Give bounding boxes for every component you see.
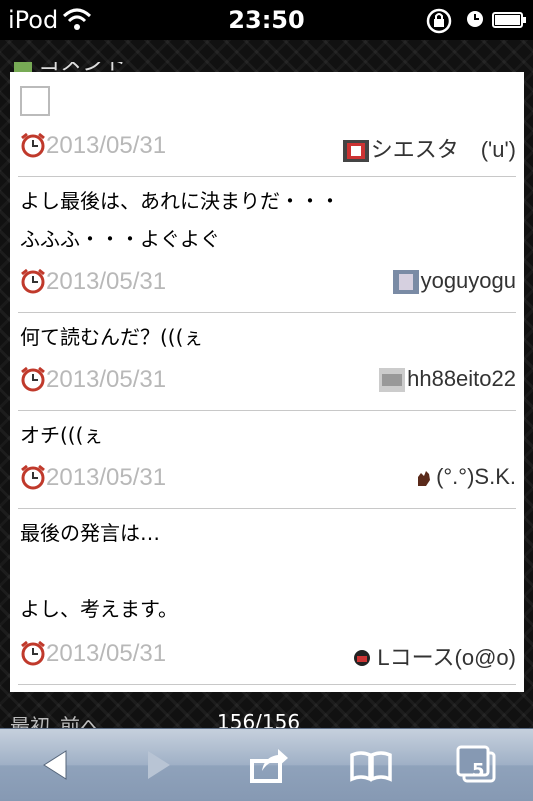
alarm-clock-icon [21,640,45,666]
comment-date: 2013/05/31 [46,640,167,667]
comment-item: よし最後は、あれに決まりだ・・・ ふふふ・・・よぐよぐ 2013/05/31 y… [18,176,516,313]
pager-first-link[interactable]: 最初 [10,710,50,728]
comment-author[interactable]: hh88eito22 [379,366,516,393]
author-name: yoguyogu [420,268,516,293]
pager: 最初 前へ 156/156 [0,706,533,728]
comment-author[interactable]: Lコース(o@o) [349,640,516,672]
tabs-count: 5 [472,760,485,781]
pager-prev-link[interactable]: 前へ [60,710,100,728]
comment-meta: 2013/05/31 (°.°)S.K. [18,462,516,492]
author-name: Lコース(o@o) [377,645,516,670]
clock: 23:50 [228,6,305,34]
hand-icon [418,471,431,487]
battery-icon [492,12,526,28]
comment-line: よし、考えます。 [20,597,178,621]
comment-date: 2013/05/31 [46,268,167,295]
avatar-icon [392,270,419,295]
alarm-status-icon [467,11,483,27]
comment-text: 何て読むんだ？(((ぇ [20,318,203,356]
comment-line: オチ(((ぇ [20,423,104,447]
comment-text: 最後の発言は… よし、考えます。 [20,514,178,628]
comment-item: 何て読むんだ？(((ぇ 2013/05/31 hh88eito22 [18,312,516,411]
avatar-icon [342,140,369,163]
forward-arrow-icon[interactable] [134,741,184,789]
alarm-clock-icon [21,464,45,490]
alarm-clock-icon [21,132,45,158]
checkbox[interactable] [20,86,50,116]
comment-text: よし最後は、あれに決まりだ・・・ ふふふ・・・よぐよぐ [20,182,340,258]
comment-meta: 2013/05/31 Lコース(o@o) [18,638,516,671]
comment-date: 2013/05/31 [46,132,167,159]
comment-meta: 2013/05/31 hh88eito22 [18,364,516,394]
comment-item: オチ(((ぇ 2013/05/31 (°.°)S.K. [18,410,516,509]
comment-text: オチ(((ぇ [20,416,103,454]
comment-meta: 2013/05/31 シエスタ ('u') [18,130,516,163]
author-name: hh88eito22 [407,366,516,391]
comment-item: 2013/05/31 シエスタ ('u') [18,72,516,177]
page-count: 156/156 [217,710,301,728]
comment-list: 2013/05/31 シエスタ ('u') よし最後は、あれに決まりだ・・・ ふ… [10,72,524,692]
rotation-lock-icon [426,8,452,34]
alarm-clock-icon [21,268,45,294]
comment-item: 最後の発言は… よし、考えます。 2013/05/31 Lコース(o@o) [18,508,516,685]
comment-author[interactable]: yoguyogu [392,268,516,295]
avatar-icon [349,648,376,671]
status-bar: iPod 23:50 [0,0,533,40]
author-name: (°.°)S.K. [436,464,516,489]
avatar-icon [379,368,406,393]
alarm-clock-icon [21,366,45,392]
comment-author[interactable]: シエスタ ('u') [342,132,516,164]
comment-author[interactable]: (°.°)S.K. [414,464,516,490]
comment-line: 何て読むんだ？(((ぇ [20,325,204,349]
bookmarks-icon[interactable] [346,741,396,789]
comment-line: ふふふ・・・よぐよぐ [20,227,220,251]
comment-line: よし最後は、あれに決まりだ・・・ [20,189,340,213]
author-name: シエスタ ('u') [370,137,516,162]
comment-date: 2013/05/31 [46,366,167,393]
comment-line: 最後の発言は… [20,521,160,545]
comment-meta: 2013/05/31 yoguyogu [18,266,516,296]
share-icon[interactable] [244,741,294,789]
browser-toolbar: 5 [0,728,533,801]
comment-line [20,552,178,590]
comment-date: 2013/05/31 [46,464,167,491]
back-arrow-icon[interactable] [30,741,80,789]
